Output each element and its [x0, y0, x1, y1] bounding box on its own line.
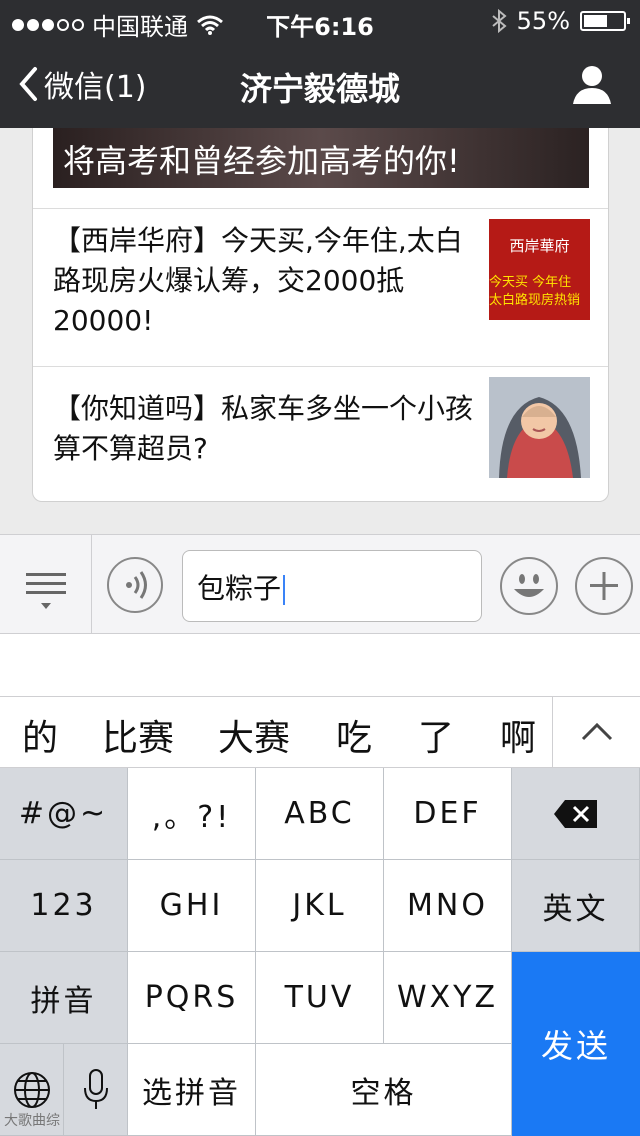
key-english[interactable]: 英文: [512, 860, 640, 952]
key-space[interactable]: 空格: [256, 1044, 512, 1136]
article-thumbnail: [489, 377, 590, 478]
emoji-button[interactable]: [500, 557, 558, 615]
person-icon[interactable]: [570, 62, 614, 106]
message-input[interactable]: 包粽子: [182, 550, 482, 622]
watermark: 大歌曲综: [4, 1113, 60, 1129]
candidate-word[interactable]: 啊: [500, 709, 536, 761]
keyboard: #@~ ,。?! ABC DEF 123 GHI JKL MNO 英文 拼音 P…: [0, 768, 640, 1136]
backspace-icon: [553, 799, 597, 828]
article-title: 【西岸华府】今天买,今年住,太白路现房火爆认筹，交2000抵20000!: [53, 224, 463, 337]
article-card: 将高考和曾经参加高考的你! 【西岸华府】今天买,今年住,太白路现房火爆认筹，交2…: [32, 128, 609, 502]
key-punctuation[interactable]: ,。?!: [128, 768, 256, 860]
candidate-word[interactable]: 的: [22, 709, 58, 761]
key-symbols[interactable]: #@~: [0, 768, 128, 860]
key-def[interactable]: DEF: [384, 768, 512, 860]
message-input-text: 包粽子: [197, 572, 282, 605]
battery-icon: [580, 11, 630, 31]
more-button[interactable]: [575, 557, 633, 615]
baby-photo: [489, 377, 590, 478]
candidate-word[interactable]: 吃: [336, 709, 372, 761]
key-ghi[interactable]: GHI: [128, 860, 256, 952]
candidate-word[interactable]: 了: [418, 709, 454, 761]
thumbnail-line1: 今天买 今年住: [489, 275, 572, 290]
chat-input-bar: 包粽子: [0, 534, 640, 634]
thumbnail-line2: 太白路现房热销: [489, 293, 581, 308]
status-bar: 中国联通 下午6:16 55%: [0, 0, 640, 41]
expand-candidates-button[interactable]: [552, 697, 640, 767]
article-thumbnail: 西岸華府 今天买 今年住 太白路现房热销: [489, 219, 590, 320]
input-spacer: [0, 634, 640, 696]
nav-bar: 微信(1) 济宁毅德城: [0, 40, 640, 128]
key-mno[interactable]: MNO: [384, 860, 512, 952]
key-jkl[interactable]: JKL: [256, 860, 384, 952]
microphone-icon: [83, 1068, 108, 1109]
page-title: 济宁毅德城: [239, 70, 400, 108]
candidate-word[interactable]: 大赛: [218, 709, 290, 761]
globe-icon: [13, 1071, 50, 1108]
thumbnail-brand: 西岸華府: [509, 237, 570, 255]
key-select-pinyin[interactable]: 选拼音: [128, 1044, 256, 1136]
chevron-up-icon: [581, 722, 613, 741]
key-numbers[interactable]: 123: [0, 860, 128, 952]
article-item[interactable]: 【西岸华府】今天买,今年住,太白路现房火爆认筹，交2000抵20000! 西岸華…: [33, 208, 608, 366]
key-delete[interactable]: [512, 768, 640, 860]
candidate-word[interactable]: 比赛: [102, 709, 174, 761]
key-abc[interactable]: ABC: [256, 768, 384, 860]
article-banner[interactable]: 将高考和曾经参加高考的你!: [53, 128, 589, 188]
status-right: 55%: [491, 7, 630, 35]
key-send[interactable]: 发送: [512, 952, 640, 1136]
plus-icon: [590, 572, 618, 600]
key-wxyz[interactable]: WXYZ: [384, 952, 512, 1044]
battery-percent: 55%: [516, 7, 570, 35]
key-pinyin[interactable]: 拼音: [0, 952, 128, 1044]
menu-list-icon: [26, 573, 66, 609]
key-microphone[interactable]: [64, 1044, 128, 1136]
bluetooth-icon: [492, 9, 507, 33]
menu-toggle-button[interactable]: [0, 535, 92, 633]
voice-button[interactable]: [107, 557, 163, 613]
banner-text: 将高考和曾经参加高考的你!: [63, 142, 460, 180]
candidate-bar: 的 比赛 大赛 吃 了 啊: [0, 696, 640, 768]
text-caret: [283, 575, 286, 605]
key-tuv[interactable]: TUV: [256, 952, 384, 1044]
article-title: 【你知道吗】私家车多坐一个小孩算不算超员?: [53, 392, 474, 465]
article-item[interactable]: 【你知道吗】私家车多坐一个小孩算不算超员?: [33, 366, 608, 501]
voice-icon: [126, 571, 147, 599]
key-pqrs[interactable]: PQRS: [128, 952, 256, 1044]
emoji-icon: [514, 574, 544, 597]
